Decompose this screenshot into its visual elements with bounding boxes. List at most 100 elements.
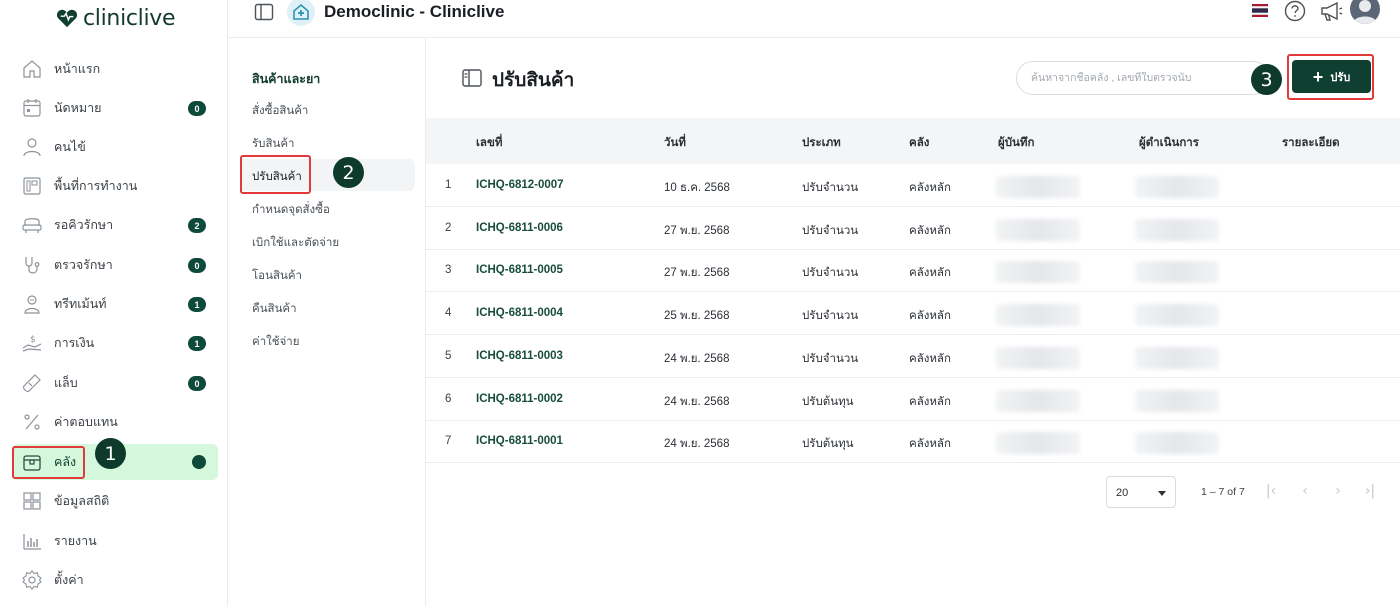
row-warehouse: คลังหลัก	[909, 182, 951, 194]
sidebar-item-label: นัดหมาย	[54, 101, 102, 115]
row-type: ปรับจำนวน	[802, 352, 859, 365]
column-header: ผู้บันทึก	[998, 137, 1035, 149]
warehouse-icon	[21, 451, 43, 473]
document-number-link[interactable]: ICHQ-6811-0005	[476, 264, 563, 276]
brand-logo[interactable]: cliniclive	[56, 4, 176, 32]
column-header: ผู้ดำเนินการ	[1139, 137, 1199, 149]
sidebar-item-label: พื้นที่การทำงาน	[54, 179, 138, 193]
row-date: 24 พ.ย. 2568	[664, 438, 730, 451]
help-icon[interactable]	[1284, 0, 1306, 22]
subnav-item-label: เบิกใช้และตัดจ่าย	[252, 237, 340, 249]
document-number-link[interactable]: ICHQ-6811-0006	[476, 222, 563, 234]
row-number: 4	[445, 307, 452, 320]
count-badge: 0	[188, 376, 206, 391]
sidebar-item-queue[interactable]: รอคิวรักษา 2	[12, 207, 218, 243]
plus-icon: +	[1312, 66, 1324, 87]
home-icon	[21, 58, 43, 80]
subnav-item-label: กำหนดจุดสั่งซื้อ	[252, 204, 330, 216]
count-badge: 1	[188, 336, 206, 351]
document-number-link[interactable]: ICHQ-6811-0001	[476, 435, 563, 447]
redacted-recorder	[996, 389, 1080, 412]
subnav-item-expense[interactable]: ค่าใช้จ่าย	[240, 324, 415, 356]
sidebar-item-compensation[interactable]: ค่าตอบแทน	[12, 404, 218, 440]
table-row[interactable]: 7 ICHQ-6811-0001 24 พ.ย. 2568 ปรับต้นทุน คลั…	[426, 420, 1400, 464]
table-row[interactable]: 5 ICHQ-6811-0003 24 พ.ย. 2568 ปรับจำนวน คลัง…	[426, 335, 1400, 378]
column-header: เลขที่	[476, 137, 503, 149]
gear-icon	[21, 569, 43, 591]
avatar[interactable]	[1350, 0, 1380, 24]
sidebar-item-settings[interactable]: ตั้งค่า	[12, 562, 218, 598]
redacted-recorder	[996, 218, 1080, 241]
subnav-item-requisition[interactable]: เบิกใช้และตัดจ่าย	[240, 225, 415, 257]
page-size-select[interactable]: 20	[1106, 476, 1176, 508]
clinic-title: Democlinic - Cliniclive	[324, 2, 505, 21]
search-input[interactable]	[1031, 72, 1241, 84]
search-box	[1016, 61, 1270, 95]
first-page-icon[interactable]: |‹	[1264, 484, 1278, 498]
row-type: ปรับต้นทุน	[802, 395, 854, 408]
redacted-operator	[1135, 261, 1219, 284]
treatment-icon	[21, 293, 43, 315]
top-bar: Democlinic - Cliniclive	[228, 0, 1400, 38]
sub-navigation: สินค้าและยา สั่งซื้อสินค้า รับสินค้า ปรั…	[228, 38, 426, 606]
step-marker-1: 1	[95, 438, 126, 469]
percent-icon	[21, 411, 43, 433]
sidebar-item-patients[interactable]: คนไข้	[12, 129, 218, 165]
sidebar-item-finance[interactable]: $ การเงิน 1	[12, 325, 218, 361]
sidebar-item-label: คนไข้	[54, 140, 86, 154]
lab-icon	[21, 372, 43, 394]
sidebar-item-workspace[interactable]: พื้นที่การทำงาน	[12, 168, 218, 204]
sidebar-item-appointments[interactable]: นัดหมาย 0	[12, 90, 218, 126]
thai-flag-icon[interactable]	[1252, 4, 1268, 17]
panel-toggle-icon[interactable]	[254, 2, 274, 22]
subnav-item-reorder-point[interactable]: กำหนดจุดสั่งซื้อ	[240, 192, 415, 224]
redacted-recorder	[996, 176, 1080, 198]
table-row[interactable]: 6 ICHQ-6811-0002 24 พ.ย. 2568 ปรับต้นทุน คลั…	[426, 378, 1400, 421]
sidebar-item-lab[interactable]: แล็บ 0	[12, 365, 218, 401]
sidebar-item-home[interactable]: หน้าแรก	[12, 51, 218, 87]
redacted-recorder	[996, 261, 1080, 284]
sidebar-item-examination[interactable]: ตรวจรักษา 0	[12, 247, 218, 283]
subnav-item-purchase-order[interactable]: สั่งซื้อสินค้า	[240, 93, 415, 125]
sidebar-item-statistics[interactable]: ข้อมูลสถิติ	[12, 483, 218, 519]
megaphone-icon[interactable]	[1319, 0, 1343, 22]
brand-name: cliniclive	[83, 5, 176, 31]
subnav-item-transfer[interactable]: โอนสินค้า	[240, 258, 415, 290]
user-avatar-icon	[1353, 0, 1377, 24]
next-page-icon[interactable]: ›	[1331, 484, 1345, 498]
table-row[interactable]: 3 ICHQ-6811-0005 27 พ.ย. 2568 ปรับจำนวน คลัง…	[426, 249, 1400, 293]
document-number-link[interactable]: ICHQ-6812-0007	[476, 179, 564, 191]
row-warehouse: คลังหลัก	[909, 395, 951, 408]
prev-page-icon[interactable]: ‹	[1298, 484, 1312, 498]
document-number-link[interactable]: ICHQ-6811-0003	[476, 350, 563, 362]
sidebar: cliniclive หน้าแรก นัดหมาย 0 คนไข้ พื้นท…	[0, 0, 228, 606]
user-icon	[21, 136, 43, 158]
calendar-icon	[21, 97, 43, 119]
sidebar-item-label: ตรวจรักษา	[54, 258, 113, 272]
table-row[interactable]: 2 ICHQ-6811-0006 27 พ.ย. 2568 ปรับจำนวน คลัง…	[426, 207, 1400, 250]
subnav-item-receive[interactable]: รับสินค้า	[240, 126, 415, 158]
document-number-link[interactable]: ICHQ-6811-0004	[476, 307, 563, 319]
table-row[interactable]: 4 ICHQ-6811-0004 25 พ.ย. 2568 ปรับจำนวน คลัง…	[426, 292, 1400, 336]
subnav-item-return[interactable]: คืนสินค้า	[240, 291, 415, 323]
count-badge: 2	[188, 218, 206, 233]
add-adjustment-button[interactable]: + ปรับ	[1292, 60, 1371, 93]
main-content: ปรับสินค้า + ปรับ เลขที่ วันที่ ประเภท ค…	[426, 38, 1400, 606]
subnav-item-label: โอนสินค้า	[252, 270, 302, 282]
sidebar-item-label: หน้าแรก	[54, 62, 101, 76]
svg-text:$: $	[30, 335, 36, 345]
chevron-down-icon	[1158, 491, 1166, 496]
last-page-icon[interactable]: ›|	[1363, 484, 1377, 498]
subnav-item-label: คืนสินค้า	[252, 303, 297, 315]
active-indicator	[192, 455, 206, 469]
sidebar-item-label: การเงิน	[54, 336, 95, 350]
page-title: ปรับสินค้า	[492, 70, 575, 91]
table-row[interactable]: 1 ICHQ-6812-0007 10 ธ.ค. 2568 ปรับจำนวน คลัง…	[426, 164, 1400, 207]
row-date: 10 ธ.ค. 2568	[664, 182, 730, 194]
sidebar-item-treatment[interactable]: ทรีทเม้นท์ 1	[12, 286, 218, 322]
table-header: เลขที่ วันที่ ประเภท คลัง ผู้บันทึก ผู้ด…	[426, 118, 1400, 164]
sidebar-item-reports[interactable]: รายงาน	[12, 523, 218, 559]
document-number-link[interactable]: ICHQ-6811-0002	[476, 393, 563, 405]
subnav-item-adjust[interactable]: ปรับสินค้า	[240, 159, 415, 191]
clinic-house-icon	[293, 3, 309, 20]
